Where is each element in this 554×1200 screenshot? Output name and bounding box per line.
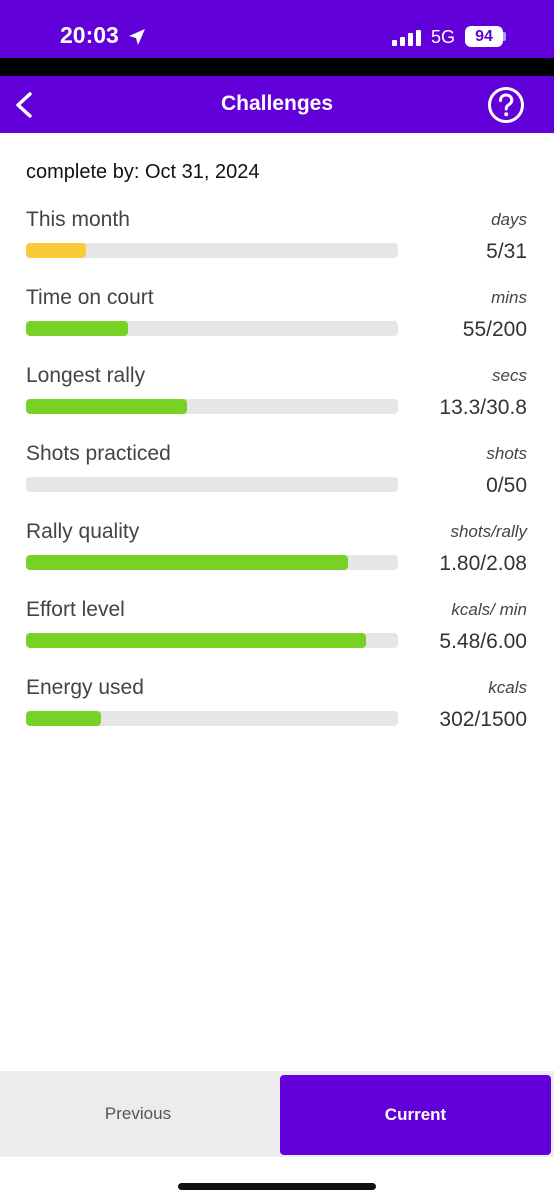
challenge-unit: secs: [492, 366, 527, 385]
network-type: 5G: [431, 27, 456, 47]
challenge-row: Shots practiced shots 0/50: [0, 442, 554, 520]
status-bar: 20:03 5G 94: [0, 0, 554, 58]
progress-track: [26, 477, 398, 492]
progress-track: [26, 321, 398, 336]
challenge-value: 5.48/6.00: [439, 630, 527, 653]
complete-by-date: complete by: Oct 31, 2024: [26, 161, 260, 183]
challenge-row: Energy used kcals 302/1500: [0, 676, 554, 754]
challenge-row: Rally quality shots/rally 1.80/2.08: [0, 520, 554, 598]
home-indicator[interactable]: [178, 1183, 376, 1190]
challenge-unit: kcals/ min: [451, 600, 527, 619]
progress-fill: [26, 321, 129, 336]
status-divider: [0, 58, 554, 76]
challenge-label: This month: [26, 208, 130, 231]
challenge-value: 302/1500: [439, 708, 527, 731]
challenge-label: Shots practiced: [26, 442, 171, 465]
progress-fill: [26, 555, 348, 570]
challenge-row: Effort level kcals/ min 5.48/6.00: [0, 598, 554, 676]
nav-bar: Challenges: [0, 76, 554, 133]
challenge-label: Longest rally: [26, 364, 146, 387]
challenge-label: Energy used: [26, 676, 144, 699]
challenge-value: 0/50: [486, 474, 527, 497]
challenge-value: 13.3/30.8: [439, 396, 527, 419]
challenge-unit: mins: [491, 288, 527, 307]
progress-track: [26, 399, 398, 414]
challenge-row: Time on court mins 55/200: [0, 286, 554, 364]
progress-track: [26, 711, 398, 726]
page-title: Challenges: [220, 92, 334, 115]
challenge-unit: shots/rally: [450, 522, 527, 541]
challenge-unit: shots: [486, 444, 527, 463]
challenge-unit: kcals: [488, 678, 527, 697]
progress-fill: [26, 399, 187, 414]
battery-tip: [503, 32, 506, 41]
challenge-label: Rally quality: [26, 520, 140, 543]
battery-icon: 94: [465, 26, 503, 47]
challenge-row: This month days 5/31: [0, 208, 554, 286]
challenge-value: 5/31: [486, 240, 527, 263]
challenge-label: Time on court: [26, 286, 154, 309]
progress-fill: [26, 711, 101, 726]
progress-track: [26, 555, 398, 570]
help-question-icon[interactable]: [487, 86, 525, 124]
tab-bar: Previous Current: [0, 1071, 554, 1157]
location-arrow-icon: [129, 29, 145, 45]
cellular-signal-icon: [392, 30, 421, 46]
progress-track: [26, 633, 398, 648]
tab-previous[interactable]: Previous: [0, 1071, 276, 1157]
progress-fill: [26, 633, 366, 648]
challenge-value: 1.80/2.08: [439, 552, 527, 575]
challenge-unit: days: [491, 210, 527, 229]
challenge-value: 55/200: [462, 318, 527, 341]
challenge-label: Effort level: [26, 598, 125, 621]
tab-current[interactable]: Current: [280, 1075, 551, 1155]
progress-track: [26, 243, 398, 258]
status-time: 20:03: [60, 22, 119, 48]
progress-fill: [26, 243, 86, 258]
challenge-row: Longest rally secs 13.3/30.8: [0, 364, 554, 442]
